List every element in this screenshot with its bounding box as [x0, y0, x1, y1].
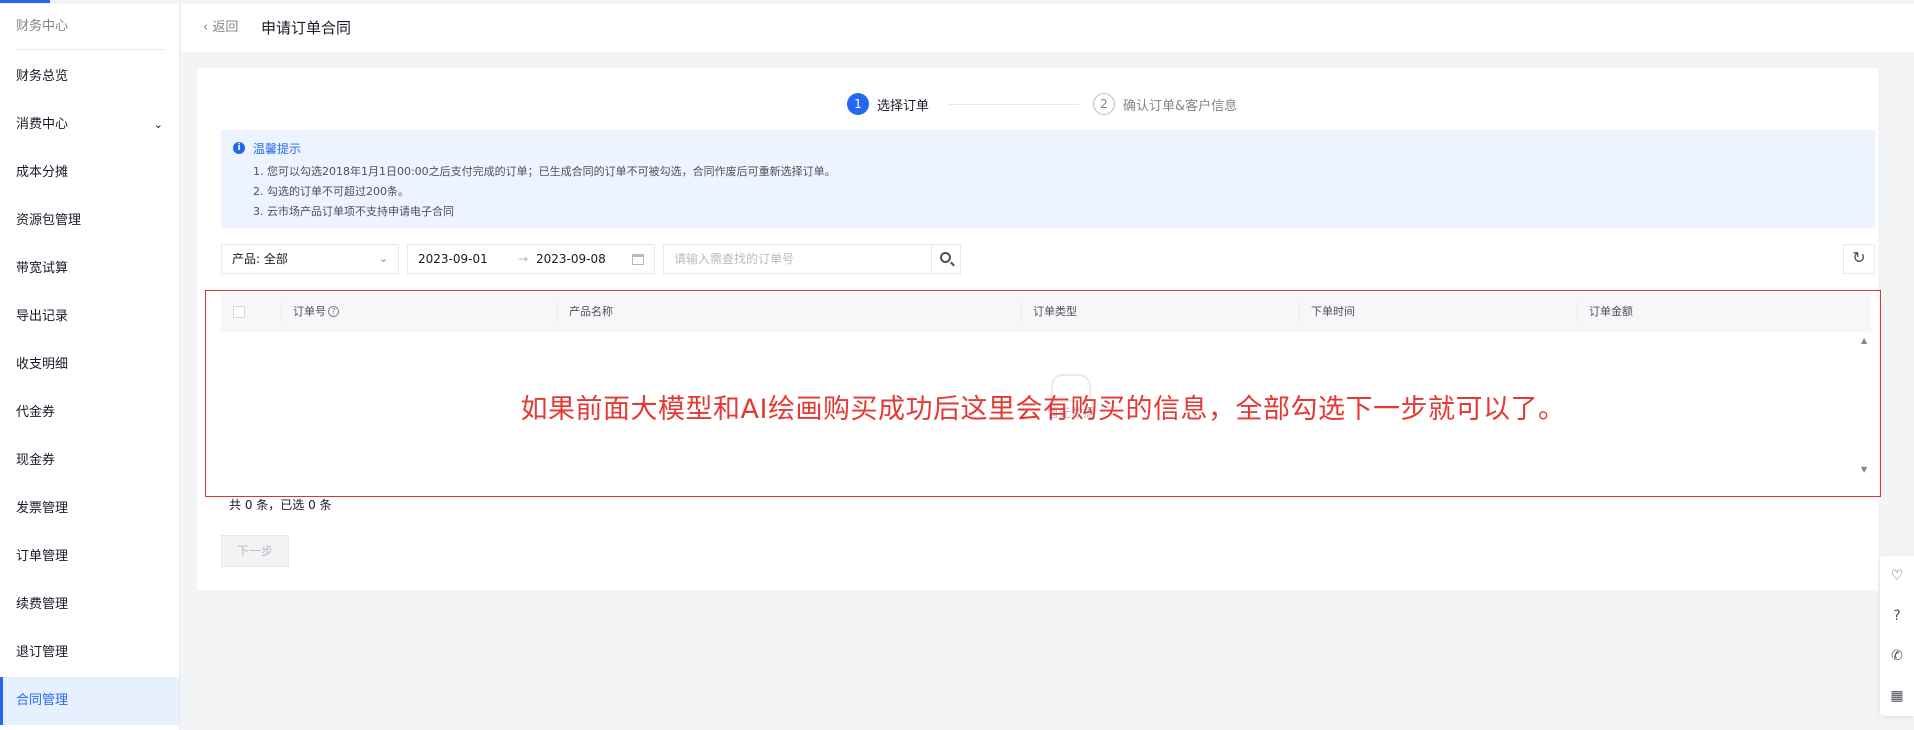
step-confirm-info: 2 确认订单&客户信息 [1093, 92, 1237, 116]
notice-header: i 温馨提示 [233, 140, 1863, 156]
sidebar-item-invoices[interactable]: 发票管理 [0, 485, 179, 533]
notice-item: 3. 云市场产品订单项不支持申请电子合同 [253, 205, 454, 218]
arrow-right-icon: → [518, 252, 529, 266]
sidebar-item-export-records[interactable]: 导出记录 [0, 293, 179, 341]
annotation-box: 如果前面大模型和AI绘画购买成功后这里会有购买的信息，全部勾选下一步就可以了。 [205, 290, 1881, 497]
refresh-icon: ↻ [1852, 250, 1866, 267]
chevron-down-icon: ⌄ [378, 252, 388, 265]
refresh-button[interactable]: ↻ [1843, 244, 1875, 274]
sidebar: 财务中心 财务总览 消费中心 ⌄ 成本分摊 资源包管理 带宽试算 导出记录 收支明… [0, 4, 180, 730]
sidebar-item-bandwidth-calc[interactable]: 带宽试算 [0, 245, 179, 293]
selection-summary: 共 0 条，已选 0 条 [229, 498, 332, 512]
page-title: 申请订单合同 [261, 19, 352, 37]
apps-icon[interactable]: ▦ [1880, 676, 1914, 716]
sidebar-item-transactions[interactable]: 收支明细 [0, 341, 179, 389]
sidebar-item-label: 发票管理 [16, 501, 69, 516]
chevron-left-icon: ‹ [203, 20, 209, 35]
sidebar-item-label: 代金券 [16, 405, 56, 420]
annotation-text: 如果前面大模型和AI绘画购买成功后这里会有购买的信息，全部勾选下一步就可以了。 [520, 394, 1566, 425]
back-button[interactable]: ‹ 返回 [203, 4, 238, 52]
sidebar-item-label: 资源包管理 [16, 213, 82, 228]
date-end: 2023-09-08 [536, 252, 606, 266]
sidebar-item-label: 导出记录 [16, 309, 69, 324]
floating-toolbar: ♡ ? ✆ ▦ [1880, 556, 1914, 716]
date-range-picker[interactable]: 2023-09-01 → 2023-09-08 [407, 244, 655, 274]
step-number: 1 [847, 93, 869, 115]
step-select-order: 1 选择订单 [847, 92, 929, 116]
sidebar-item-cash-coupons[interactable]: 现金券 [0, 437, 179, 485]
sidebar-item-label: 订单管理 [16, 549, 69, 564]
search-button[interactable] [931, 244, 961, 274]
phone-icon[interactable]: ✆ [1880, 636, 1914, 676]
sidebar-item-label: 现金券 [16, 453, 56, 468]
notice-item: 2. 勾选的订单不可超过200条。 [253, 185, 409, 198]
top-accent [0, 0, 50, 3]
step-label: 确认订单&客户信息 [1123, 98, 1238, 114]
notice-item: 1. 您可以勾选2018年1月1日00:00之后支付完成的订单；已生成合同的订单… [253, 165, 836, 178]
search-icon-handle [950, 261, 955, 267]
sidebar-item-label: 消费中心 [16, 117, 69, 132]
sidebar-item-consumption[interactable]: 消费中心 ⌄ [0, 101, 179, 149]
page-header: ‹ 返回 申请订单合同 [181, 4, 1914, 52]
sidebar-item-orders[interactable]: 订单管理 [0, 533, 179, 581]
notice-title: 温馨提示 [253, 141, 302, 156]
next-step-button[interactable]: 下一步 [221, 535, 289, 567]
back-label: 返回 [212, 20, 239, 35]
sidebar-item-label: 收支明细 [16, 357, 69, 372]
sidebar-item-label: 财务总览 [16, 69, 69, 84]
sidebar-menu: 财务总览 消费中心 ⌄ 成本分摊 资源包管理 带宽试算 导出记录 收支明细 代金券… [0, 50, 179, 725]
help-icon[interactable]: ? [1880, 596, 1914, 636]
filter-bar: 产品: 全部 ⌄ 2023-09-01 → 2023-09-08 ↻ [221, 244, 1875, 274]
sidebar-item-unsubscribe[interactable]: 退订管理 [0, 629, 179, 677]
chevron-down-icon: ⌄ [153, 118, 163, 131]
notice-box: i 温馨提示 1. 您可以勾选2018年1月1日00:00之后支付完成的订单；已… [221, 130, 1875, 228]
sidebar-item-label: 退订管理 [16, 645, 69, 660]
sidebar-item-label: 续费管理 [16, 597, 69, 612]
info-icon: i [233, 142, 245, 154]
sidebar-item-overview[interactable]: 财务总览 [0, 53, 179, 101]
search-icon [940, 252, 951, 263]
sidebar-title: 财务中心 [16, 4, 165, 50]
product-select-value: 产品: 全部 [232, 252, 288, 266]
date-start: 2023-09-01 [418, 252, 488, 266]
sidebar-item-cost-allocation[interactable]: 成本分摊 [0, 149, 179, 197]
sidebar-item-label: 合同管理 [16, 693, 69, 708]
step-number: 2 [1093, 93, 1115, 115]
sidebar-item-label: 成本分摊 [16, 165, 69, 180]
step-label: 选择订单 [877, 98, 930, 114]
product-select[interactable]: 产品: 全部 ⌄ [221, 244, 399, 274]
sidebar-item-label: 带宽试算 [16, 261, 69, 276]
notice-list: 1. 您可以勾选2018年1月1日00:00之后支付完成的订单；已生成合同的订单… [233, 162, 1863, 222]
sidebar-item-contracts[interactable]: 合同管理 [0, 677, 179, 725]
calendar-icon [632, 254, 644, 265]
sidebar-item-renewals[interactable]: 续费管理 [0, 581, 179, 629]
heart-icon[interactable]: ♡ [1880, 556, 1914, 596]
order-search-input[interactable] [663, 244, 931, 274]
steps: 1 选择订单 2 确认订单&客户信息 [847, 92, 1267, 116]
sidebar-item-vouchers[interactable]: 代金券 [0, 389, 179, 437]
sidebar-item-resource-packs[interactable]: 资源包管理 [0, 197, 179, 245]
step-connector [949, 104, 1079, 105]
